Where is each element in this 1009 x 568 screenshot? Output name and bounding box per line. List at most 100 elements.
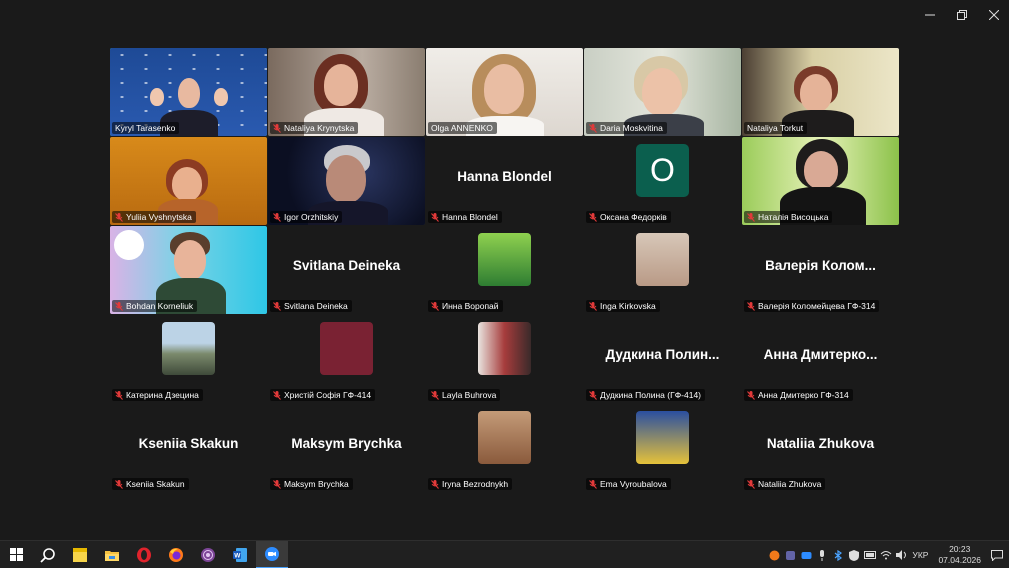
- participant-name-label: Yuliia Vyshnytska: [112, 211, 196, 223]
- language-indicator[interactable]: УКР: [912, 550, 928, 560]
- muted-mic-icon: [589, 479, 597, 489]
- muted-mic-icon: [431, 390, 439, 400]
- restore-button[interactable]: [947, 0, 977, 30]
- participant-name: Nataliya Krynytska: [284, 123, 355, 133]
- participant-name: Iryna Bezrodnykh: [442, 479, 509, 489]
- muted-mic-icon: [273, 301, 281, 311]
- participant-name-label: Наталія Висоцька: [744, 211, 833, 223]
- participant-name-label: Ema Vyroubalova: [586, 478, 671, 490]
- participant-name-label: Kseniia Skakun: [112, 478, 189, 490]
- wifi-icon[interactable]: [880, 549, 892, 561]
- participant-name: Дудкина Полина (ГФ-414): [600, 390, 701, 400]
- participant-tile[interactable]: Наталія Висоцька: [742, 137, 899, 225]
- participant-name: Svitlana Deineka: [284, 301, 348, 311]
- participant-name-label: Layla Buhrova: [428, 389, 501, 401]
- muted-mic-icon: [431, 301, 439, 311]
- muted-mic-icon: [273, 123, 281, 133]
- avast-icon[interactable]: [768, 549, 780, 561]
- participant-tile[interactable]: Kyryl Tarasenko: [110, 48, 267, 136]
- participant-tile[interactable]: Maksym Brychka Maksym Brychka: [268, 404, 425, 492]
- participant-name-label: Катерина Дзецина: [112, 389, 203, 401]
- zoom-meeting-window: Kyryl Tarasenko Nataliya Krynytska Olga …: [0, 0, 1009, 568]
- opera-icon: [137, 547, 151, 562]
- close-button[interactable]: [979, 0, 1009, 30]
- participant-avatar: [162, 322, 215, 375]
- minimize-icon: [925, 14, 935, 16]
- participant-tile[interactable]: Kseniia Skakun Kseniia Skakun: [110, 404, 267, 492]
- participant-tile[interactable]: Христій Софія ГФ-414: [268, 315, 425, 403]
- windows-start-icon: [9, 548, 23, 561]
- participant-avatar: [636, 233, 689, 286]
- participant-name: Inga Kirkovska: [600, 301, 656, 311]
- participant-name: Daria Moskvitina: [600, 123, 663, 133]
- zoom-button[interactable]: [256, 540, 288, 568]
- muted-mic-icon: [115, 390, 123, 400]
- clock[interactable]: 20:23 07.04.2026: [938, 544, 981, 566]
- participant-tile[interactable]: Hanna Blondel Hanna Blondel: [426, 137, 583, 225]
- window-controls: [913, 0, 1009, 30]
- participant-name-label: Daria Moskvitina: [586, 122, 667, 134]
- notifications-icon[interactable]: [991, 549, 1003, 561]
- security-icon[interactable]: [848, 549, 860, 561]
- opera-button[interactable]: [128, 541, 160, 568]
- microphone-icon[interactable]: [816, 549, 828, 561]
- participant-tile[interactable]: Nataliya Krynytska: [268, 48, 425, 136]
- minimize-button[interactable]: [915, 0, 945, 30]
- participant-tile[interactable]: Дудкина Полин... Дудкина Полина (ГФ-414): [584, 315, 741, 403]
- bluetooth-icon[interactable]: [832, 549, 844, 561]
- participant-tile[interactable]: Nataliya Torkut: [742, 48, 899, 136]
- battery-icon[interactable]: [864, 549, 877, 561]
- participant-tile[interactable]: Bohdan Korneliuk: [110, 226, 267, 314]
- zoom-tray-icon[interactable]: [800, 549, 812, 561]
- file-explorer-icon: [105, 550, 119, 561]
- participant-tile[interactable]: Анна Дмитерко... Анна Дмитерко ГФ-314: [742, 315, 899, 403]
- participant-tile[interactable]: Nataliia Zhukova Nataliia Zhukova: [742, 404, 899, 492]
- participant-tile[interactable]: Daria Moskvitina: [584, 48, 741, 136]
- clock-date: 07.04.2026: [938, 555, 981, 565]
- participant-tile[interactable]: Инна Воропай: [426, 226, 583, 314]
- participant-name-label: Дудкина Полина (ГФ-414): [586, 389, 705, 401]
- participant-tile[interactable]: Iryna Bezrodnykh: [426, 404, 583, 492]
- participant-avatar: [478, 233, 531, 286]
- windows-start-button[interactable]: [0, 541, 32, 568]
- participant-avatar: [478, 322, 531, 375]
- participant-name: Kyryl Tarasenko: [115, 123, 176, 133]
- muted-mic-icon: [589, 390, 597, 400]
- participant-name-label: Валерія Коломейцева ГФ-314: [744, 300, 880, 312]
- teams-icon[interactable]: [784, 549, 796, 561]
- search-button[interactable]: [32, 541, 64, 568]
- participant-tile[interactable]: Yuliia Vyshnytska: [110, 137, 267, 225]
- participant-tile[interactable]: Svitlana Deineka Svitlana Deineka: [268, 226, 425, 314]
- file-explorer-button[interactable]: [96, 541, 128, 568]
- participant-tile[interactable]: Olga ANNENKO: [426, 48, 583, 136]
- gallery-view: Kyryl Tarasenko Nataliya Krynytska Olga …: [110, 48, 899, 492]
- participant-tile[interactable]: Ema Vyroubalova: [584, 404, 741, 492]
- participant-name-label: Nataliya Krynytska: [270, 122, 359, 134]
- participant-name-label: Svitlana Deineka: [270, 300, 352, 312]
- firefox-button[interactable]: [160, 541, 192, 568]
- sticky-notes-button[interactable]: [64, 541, 96, 568]
- participant-name: Igor Orzhitskiy: [284, 212, 339, 222]
- participant-tile[interactable]: Катерина Дзецина: [110, 315, 267, 403]
- participant-name-label: Kyryl Tarasenko: [112, 122, 180, 134]
- participant-tile[interactable]: O Оксана Федорків: [584, 137, 741, 225]
- participant-name: Ema Vyroubalova: [600, 479, 667, 489]
- word-button[interactable]: W: [224, 541, 256, 568]
- participant-name-label: Nataliia Zhukova: [744, 478, 826, 490]
- participant-avatar: [636, 411, 689, 464]
- participant-tile[interactable]: Layla Buhrova: [426, 315, 583, 403]
- muted-mic-icon: [589, 123, 597, 133]
- tor-browser-button[interactable]: [192, 541, 224, 568]
- muted-mic-icon: [115, 479, 123, 489]
- close-icon: [989, 10, 999, 20]
- participant-tile[interactable]: Валерія Колом... Валерія Коломейцева ГФ-3…: [742, 226, 899, 314]
- volume-icon[interactable]: [896, 549, 908, 561]
- participant-display-name: Анна Дмитерко...: [763, 347, 878, 362]
- participant-display-name: Дудкина Полин...: [605, 347, 720, 362]
- muted-mic-icon: [589, 212, 597, 222]
- muted-mic-icon: [273, 479, 281, 489]
- participant-tile[interactable]: Igor Orzhitskiy: [268, 137, 425, 225]
- participant-name-label: Bohdan Korneliuk: [112, 300, 198, 312]
- participant-tile[interactable]: Inga Kirkovska: [584, 226, 741, 314]
- muted-mic-icon: [431, 479, 439, 489]
